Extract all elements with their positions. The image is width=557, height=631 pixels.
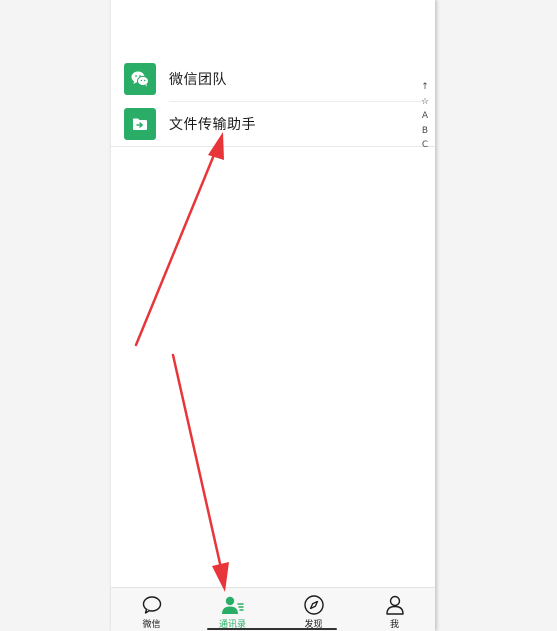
annotation-arrows [134, 132, 229, 592]
annotation-arrow-to-file-transfer [134, 132, 224, 347]
annotation-arrow-to-contacts-tab [171, 353, 229, 592]
